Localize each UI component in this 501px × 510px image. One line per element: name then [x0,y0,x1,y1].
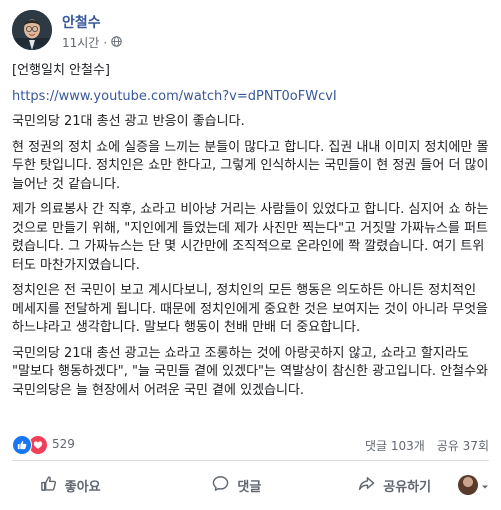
reaction-icons[interactable] [12,435,48,455]
share-button[interactable]: 공유하기 [345,475,444,496]
post-paragraph: 국민의당 21대 총선 광고는 쇼라고 조롱하는 것에 아랑곳하지 않고, 쇼라… [12,345,489,398]
author-avatar[interactable] [12,10,52,50]
globe-icon[interactable] [111,35,122,50]
author-name[interactable]: 안철수 [62,12,101,32]
post-actions: 좋아요 댓글 공유하기 [12,466,489,504]
post-paragraph: 정치인은 전 국민이 보고 계시다보니, 정치인의 모든 행동은 의도하든 아니… [12,283,489,335]
thumbs-up-icon [12,435,32,455]
comment-label: 댓글 [237,479,262,495]
comment-icon [212,475,229,496]
like-button[interactable]: 좋아요 [12,475,128,496]
post-body: [언행일치 안철수] https://www.youtube.com/watch… [12,62,490,407]
reaction-count[interactable]: 529 [52,437,75,451]
viewer-selector[interactable] [458,475,489,495]
viewer-avatar [458,475,478,495]
post-paragraph: 국민의당 21대 총선 광고 반응이 좋습니다. [12,114,245,129]
post-stats: 529 댓글 103개 공유 37회 [12,432,489,456]
post-meta: 11시간 · [62,34,122,51]
youtube-link[interactable]: https://www.youtube.com/watch?v=dPNT0oFW… [12,89,337,104]
share-icon [358,475,375,496]
avatar-image [12,10,52,50]
like-label: 좋아요 [64,479,101,495]
post-paragraph: 현 정권의 정치 쇼에 실증을 느끼는 분들이 많다고 합니다. 집권 내내 이… [12,139,489,192]
chevron-down-icon [481,476,489,495]
comment-count[interactable]: 댓글 103개 [365,437,425,454]
meta-separator: · [103,35,108,50]
post-time[interactable]: 11시간 [62,34,99,51]
divider [12,460,489,461]
post-paragraph: 제가 의료봉사 간 직후, 쇼라고 비아냥 거리는 사람들이 있었다고 합니다.… [12,202,489,273]
post-paragraph: [언행일치 안철수] [12,63,110,78]
share-label: 공유하기 [383,479,432,495]
comment-share-counts: 댓글 103개 공유 37회 [365,437,489,454]
share-count[interactable]: 공유 37회 [437,437,489,454]
comment-button[interactable]: 댓글 [128,475,345,496]
post-card: 안철수 11시간 · [언행일치 안철수] https://www.youtub… [0,0,501,510]
thumbs-up-icon [40,475,57,496]
post-header: 안철수 11시간 · [12,10,489,54]
